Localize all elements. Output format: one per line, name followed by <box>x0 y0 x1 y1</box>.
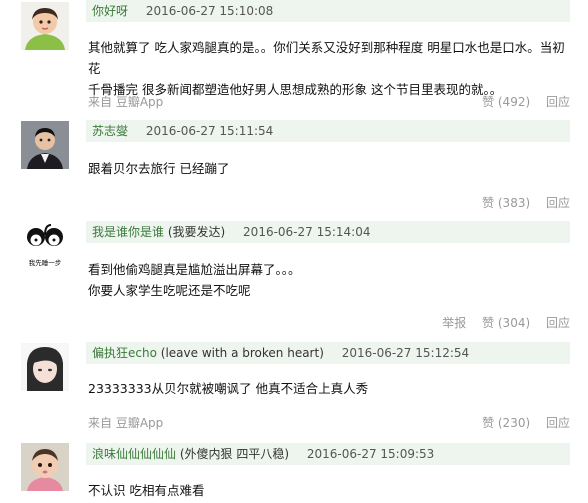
username-link[interactable]: 偏执狂echo <box>86 346 157 360</box>
avatar-baby-image <box>21 443 69 491</box>
user-avatar[interactable]: 我先睡一步 <box>21 221 69 269</box>
comment-footer: 来自 豆瓣App 赞 (230) 回应 <box>86 414 570 432</box>
like-button[interactable]: 赞 (230) <box>482 416 530 430</box>
comment-text: 23333333从贝尔就被嘲讽了 他真不适合上真人秀 <box>88 378 568 399</box>
reply-button[interactable]: 回应 <box>546 196 570 210</box>
comment-footer: 赞 (383) 回应 <box>86 194 570 212</box>
like-button[interactable]: 赞 (492) <box>482 95 530 109</box>
user-avatar[interactable] <box>21 343 69 391</box>
comment-footer: 举报 赞 (304) 回应 <box>86 314 570 332</box>
username-link[interactable]: 我是谁你是谁 <box>86 225 164 239</box>
reply-button[interactable]: 回应 <box>546 95 570 109</box>
comment-header: 偏执狂echo (leave with a broken heart) 2016… <box>86 342 570 364</box>
user-avatar[interactable] <box>21 443 69 491</box>
user-avatar[interactable] <box>21 2 69 50</box>
user-avatar[interactable] <box>21 121 69 169</box>
comment-text-line: 23333333从贝尔就被嘲讽了 他真不适合上真人秀 <box>88 381 369 396</box>
comment-header: 苏志燮 2016-06-27 15:11:54 <box>86 120 570 142</box>
source-label: 来自 豆瓣App <box>88 416 164 430</box>
comment-text-line: 其他就算了 吃人家鸡腿真的是。。你们关系又没好到那种程度 明星口水也是口水。当初… <box>88 40 565 76</box>
like-button[interactable]: 赞 (383) <box>482 196 530 210</box>
like-button[interactable]: 赞 (304) <box>482 316 530 330</box>
reply-button[interactable]: 回应 <box>546 316 570 330</box>
source-label: 来自 豆瓣App <box>88 95 164 109</box>
comment-time: 2016-06-27 15:12:54 <box>341 346 470 360</box>
comment-time: 2016-06-27 15:09:53 <box>306 447 435 461</box>
comment-header: 你好呀 2016-06-27 15:10:08 <box>86 0 570 22</box>
user-signature: (leave with a broken heart) <box>160 346 324 360</box>
comment-text-line: 不认识 吃相有点难看 <box>88 483 205 498</box>
comment-text-line: 你要人家学生吃呢还是不吃呢 <box>88 283 251 298</box>
comment-time: 2016-06-27 15:10:08 <box>145 4 274 18</box>
comment-time: 2016-06-27 15:11:54 <box>145 124 274 138</box>
avatar-anime-girl-image <box>21 343 69 391</box>
comment-header: 浪味仙仙仙仙仙 (外傻内狠 四平八稳) 2016-06-27 15:09:53 <box>86 443 570 465</box>
avatar-child-green-jacket-image <box>21 2 69 50</box>
username-link[interactable]: 浪味仙仙仙仙仙 <box>86 447 176 461</box>
comment-time: 2016-06-27 15:14:04 <box>243 225 371 239</box>
comment-text-line: 跟着贝尔去旅行 已经蹦了 <box>88 161 230 176</box>
comment-text-line: 看到他偷鸡腿真是尴尬溢出屏幕了。。。 <box>88 262 301 277</box>
user-signature: (我要发达) <box>167 225 226 239</box>
comment-text: 不认识 吃相有点难看 <box>88 480 568 501</box>
comment-footer: 来自 豆瓣App 赞 (492) 回应 <box>86 93 570 111</box>
avatar-caption: 我先睡一步 <box>21 259 69 267</box>
comment-header: 我是谁你是谁 (我要发达) 2016-06-27 15:14:04 <box>86 221 570 243</box>
comment-text: 跟着贝尔去旅行 已经蹦了 <box>88 158 568 179</box>
comment-text: 看到他偷鸡腿真是尴尬溢出屏幕了。。。 你要人家学生吃呢还是不吃呢 <box>88 259 568 301</box>
user-signature: (外傻内狠 四平八稳) <box>179 447 290 461</box>
reply-button[interactable]: 回应 <box>546 416 570 430</box>
report-button[interactable]: 举报 <box>442 316 466 330</box>
username-link[interactable]: 你好呀 <box>86 4 128 18</box>
username-link[interactable]: 苏志燮 <box>86 124 128 138</box>
avatar-man-suit-image <box>21 121 69 169</box>
comment-text: 其他就算了 吃人家鸡腿真的是。。你们关系又没好到那种程度 明星口水也是口水。当初… <box>88 37 568 100</box>
